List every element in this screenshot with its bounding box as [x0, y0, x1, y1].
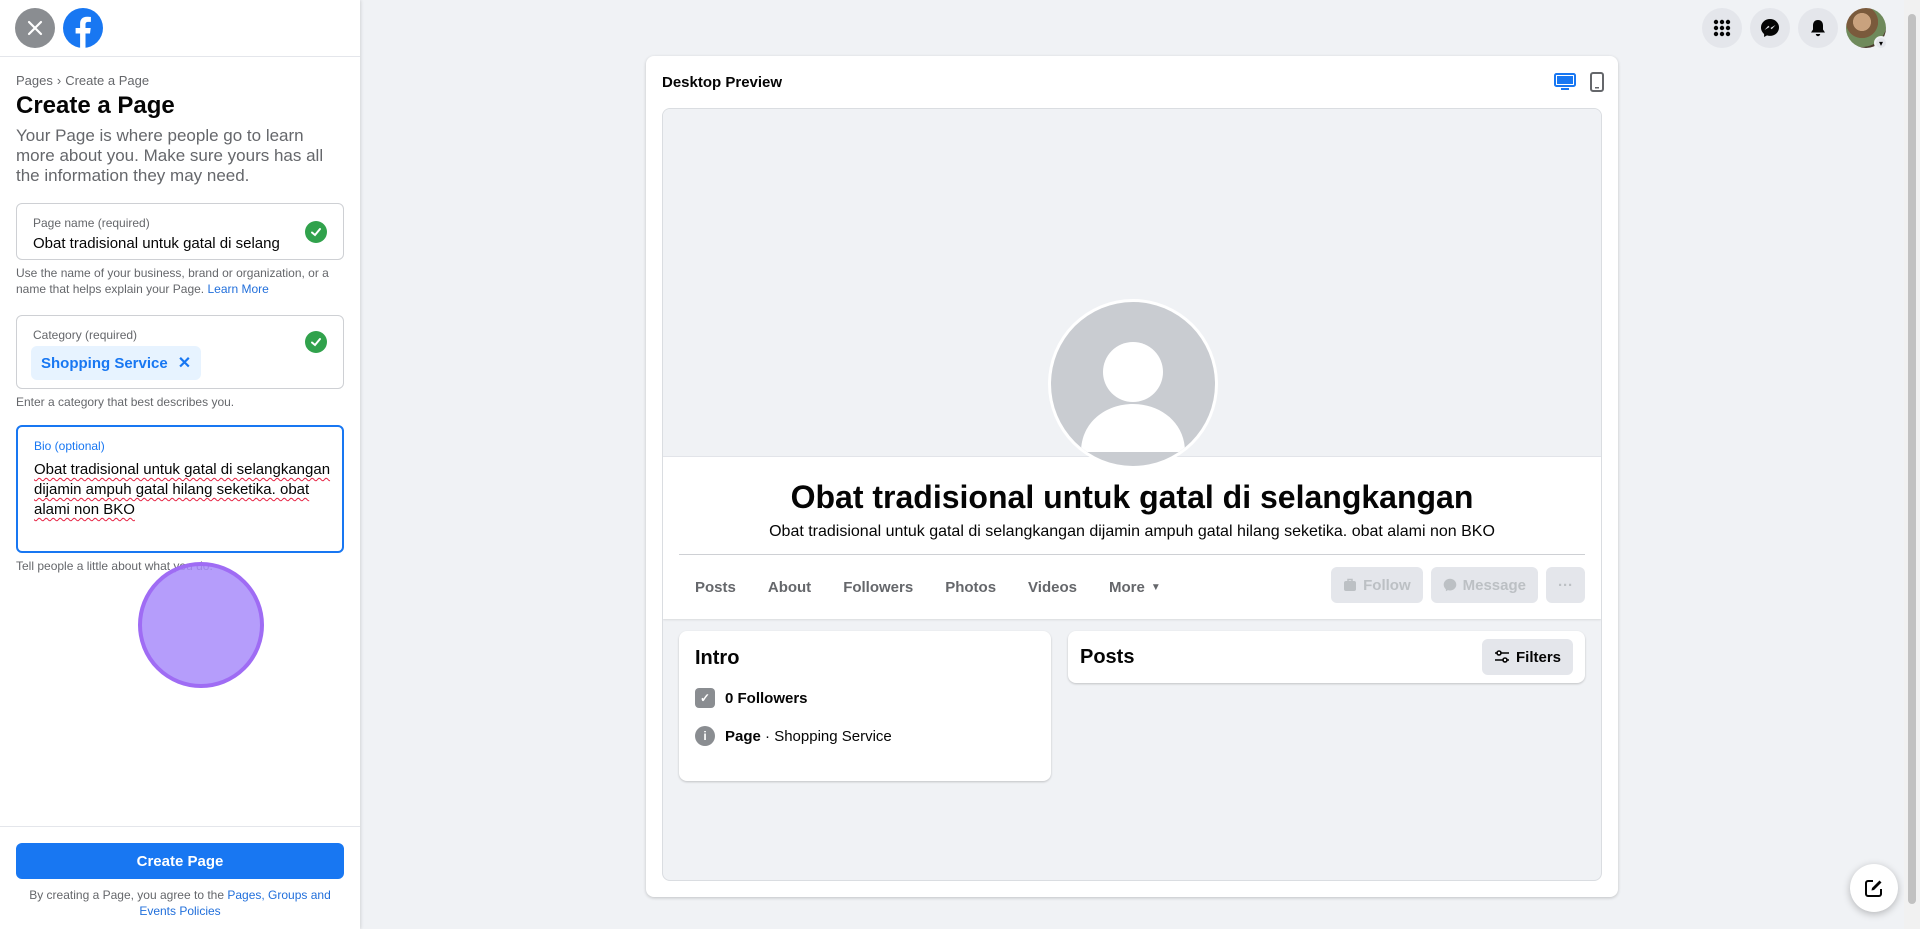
breadcrumb-current: Create a Page — [65, 73, 150, 88]
preview-header: Desktop Preview — [646, 56, 1618, 108]
page-label: Page — [725, 727, 761, 745]
bio-label: Bio (optional) — [34, 439, 105, 453]
category-chip[interactable]: Shopping Service ✕ — [31, 346, 202, 380]
page-name-field[interactable]: Page name (required) Obat tradisional un… — [16, 203, 344, 260]
scrollbar-thumb[interactable] — [1908, 14, 1916, 904]
filters-label: Filters — [1515, 648, 1561, 666]
category-row: i Page · Shopping Service — [695, 726, 1035, 746]
page-tabs: Posts About Followers Photos Videos More… — [679, 571, 1177, 604]
header-divider — [679, 554, 1585, 555]
messenger-icon — [1443, 578, 1456, 592]
breadcrumb-pages[interactable]: Pages — [16, 73, 53, 88]
more-actions-button[interactable]: ··· — [1546, 567, 1585, 603]
learn-more-link[interactable]: Learn More — [207, 282, 268, 296]
category-chip-label: Shopping Service — [41, 354, 168, 372]
mobile-icon[interactable] — [1590, 72, 1604, 92]
filters-button[interactable]: Filters — [1481, 639, 1573, 675]
intro-title: Intro — [695, 647, 740, 669]
account-button[interactable]: ▾ — [1846, 8, 1888, 50]
device-toggle — [1554, 72, 1604, 92]
caret-down-icon: ▼ — [1150, 582, 1161, 593]
create-page-form: Pages › Create a Page Create a Page Your… — [0, 57, 360, 574]
message-label: Message — [1462, 576, 1526, 594]
policy-text: By creating a Page, you agree to the Pag… — [16, 887, 344, 919]
default-avatar-icon — [1051, 302, 1215, 466]
panel-header — [0, 0, 360, 57]
tab-more[interactable]: More ▼ — [1093, 571, 1177, 604]
compose-icon — [1865, 880, 1882, 897]
touch-indicator — [138, 562, 264, 688]
posts-title: Posts — [1080, 645, 1135, 668]
page-preview: Obat tradisional untuk gatal di selangka… — [662, 108, 1602, 881]
page-name-helper-text: Use the name of your business, brand or … — [16, 266, 329, 296]
messenger-button[interactable] — [1750, 8, 1790, 48]
followers-check-icon: ✓ — [695, 688, 715, 708]
menu-button[interactable] — [1702, 8, 1742, 48]
chevron-down-icon: ▾ — [1874, 36, 1888, 50]
desktop-preview-card: Desktop Preview Obat tradisional untuk g… — [646, 56, 1618, 897]
followers-row: ✓ 0 Followers — [695, 688, 1035, 708]
close-button[interactable] — [15, 8, 55, 48]
bell-icon — [1811, 20, 1825, 37]
remove-chip-icon[interactable]: ✕ — [178, 353, 191, 373]
posts-card: Posts Filters — [1068, 631, 1585, 683]
scrollbar[interactable] — [1904, 0, 1920, 929]
message-button[interactable]: Message — [1430, 567, 1538, 603]
profile-picture — [1048, 299, 1218, 469]
policy-prefix: By creating a Page, you agree to the — [29, 888, 225, 902]
page-type-label: Page · Shopping Service — [725, 728, 892, 745]
valid-check-icon — [305, 331, 327, 353]
tab-about[interactable]: About — [752, 571, 827, 604]
close-icon — [27, 20, 43, 36]
breadcrumb-separator: › — [56, 73, 62, 88]
info-icon: i — [695, 726, 715, 746]
breadcrumb: Pages › Create a Page — [16, 73, 344, 88]
preview-title: Desktop Preview — [662, 73, 783, 91]
valid-check-icon — [305, 221, 327, 243]
page-title: Create a Page — [16, 92, 175, 119]
preview-page-bio: Obat tradisional untuk gatal di selangka… — [769, 523, 1495, 540]
notifications-button[interactable] — [1798, 8, 1838, 48]
bio-field[interactable]: Bio (optional) Obat tradisional untuk ga… — [16, 425, 344, 553]
category-field[interactable]: Category (required) Shopping Service ✕ — [16, 315, 344, 389]
bio-textarea[interactable]: Obat tradisional untuk gatal di selangka… — [34, 460, 334, 520]
page-name-label: Page name (required) — [33, 216, 150, 230]
category-helper: Enter a category that best describes you… — [16, 395, 235, 409]
tab-followers[interactable]: Followers — [827, 571, 929, 604]
more-dots-icon: ··· — [1558, 576, 1573, 594]
new-message-button[interactable] — [1850, 864, 1898, 912]
intro-card: Intro ✓ 0 Followers i Page · Shopping Se… — [679, 631, 1051, 781]
page-description: Your Page is where people go to learn mo… — [16, 126, 324, 185]
page-category: · Shopping Service — [760, 727, 892, 745]
create-page-button[interactable]: Create Page — [16, 843, 344, 879]
messenger-icon — [1761, 19, 1779, 37]
filters-icon — [1494, 650, 1509, 663]
follow-icon — [1344, 578, 1357, 591]
panel-footer: Create Page By creating a Page, you agre… — [0, 826, 360, 929]
grid-menu-icon — [1713, 19, 1731, 37]
follow-button[interactable]: Follow — [1331, 567, 1423, 603]
tab-posts[interactable]: Posts — [679, 571, 752, 604]
tab-more-label: More — [1108, 579, 1145, 596]
desktop-icon[interactable] — [1554, 72, 1576, 92]
top-navigation: ▾ — [1702, 8, 1888, 50]
create-page-panel: Pages › Create a Page Create a Page Your… — [0, 0, 360, 929]
tab-photos[interactable]: Photos — [929, 571, 1012, 604]
tab-videos[interactable]: Videos — [1012, 571, 1093, 604]
follow-label: Follow — [1363, 576, 1411, 594]
page-name-helper: Use the name of your business, brand or … — [16, 265, 344, 297]
category-label: Category (required) — [33, 328, 138, 342]
page-actions: Follow Message ··· — [1331, 567, 1585, 603]
page-name-value[interactable]: Obat tradisional untuk gatal di selang — [33, 235, 295, 252]
followers-count: 0 Followers — [725, 689, 808, 707]
facebook-logo-icon[interactable] — [63, 8, 103, 48]
preview-page-name: Obat tradisional untuk gatal di selangka… — [790, 479, 1474, 515]
